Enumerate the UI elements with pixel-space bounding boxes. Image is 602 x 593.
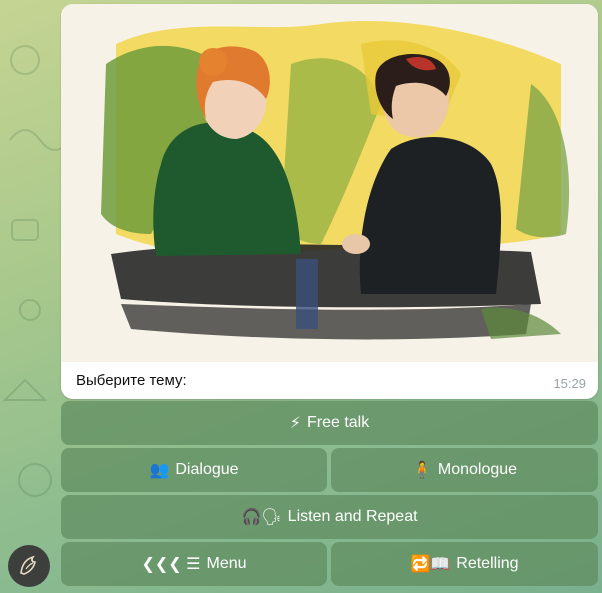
free-talk-label: Free talk bbox=[306, 414, 370, 431]
monologue-button[interactable]: 🧍 Monologue bbox=[331, 448, 598, 492]
message-caption: Выберите тему: bbox=[76, 372, 187, 389]
dialogue-button[interactable]: 👥 Dialogue bbox=[61, 448, 327, 492]
menu-label: Menu bbox=[206, 555, 247, 572]
people-icon: 👥 bbox=[149, 462, 170, 479]
bot-avatar[interactable] bbox=[8, 545, 50, 587]
dialogue-label: Dialogue bbox=[175, 461, 239, 478]
message-timestamp: 15:29 bbox=[553, 376, 586, 391]
repeat-book-icon: 🔁📖 bbox=[410, 556, 451, 573]
menu-button[interactable]: ❮❮❮ ☰ Menu bbox=[61, 542, 327, 586]
lightning-icon: ⚡ bbox=[289, 415, 301, 432]
person-standing-icon: 🧍 bbox=[411, 462, 432, 479]
headphones-speaking-icon: 🎧🗣 bbox=[241, 509, 282, 526]
free-talk-button[interactable]: ⚡ Free talk bbox=[61, 401, 598, 445]
photo-message-bubble: Выберите тему: 15:29 bbox=[61, 4, 598, 399]
retelling-label: Retelling bbox=[456, 555, 519, 572]
bird-logo-icon bbox=[13, 550, 45, 582]
monologue-label: Monologue bbox=[437, 461, 518, 478]
retelling-button[interactable]: 🔁📖 Retelling bbox=[331, 542, 598, 586]
message-photo[interactable] bbox=[61, 4, 598, 362]
listen-and-repeat-label: Listen and Repeat bbox=[287, 508, 418, 525]
listen-and-repeat-button[interactable]: 🎧🗣 Listen and Repeat bbox=[61, 495, 598, 539]
back-menu-icon: ❮❮❮ ☰ bbox=[141, 556, 201, 573]
